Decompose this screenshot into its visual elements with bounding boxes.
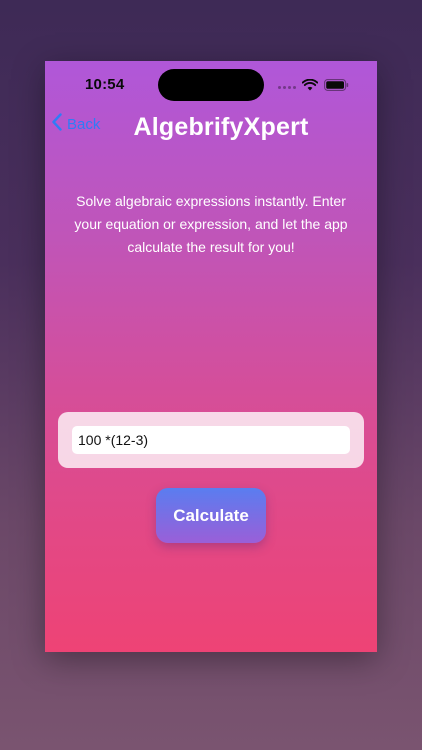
calculate-button[interactable]: Calculate (156, 488, 266, 543)
expression-card (58, 412, 364, 468)
dynamic-island (158, 69, 264, 101)
status-icons (278, 78, 349, 96)
cellular-signal-icon (278, 85, 296, 89)
app-description: Solve algebraic expressions instantly. E… (74, 193, 348, 255)
status-bar: 10:54 (45, 61, 377, 107)
expression-input[interactable] (72, 426, 350, 454)
wifi-icon (301, 78, 319, 96)
status-time: 10:54 (85, 76, 125, 93)
page-title: AlgebrifyXpert (133, 113, 309, 141)
phone-screen: 10:54 Back AlgebrifyXpert Solve algebrai… (45, 61, 377, 652)
battery-icon (324, 78, 349, 96)
